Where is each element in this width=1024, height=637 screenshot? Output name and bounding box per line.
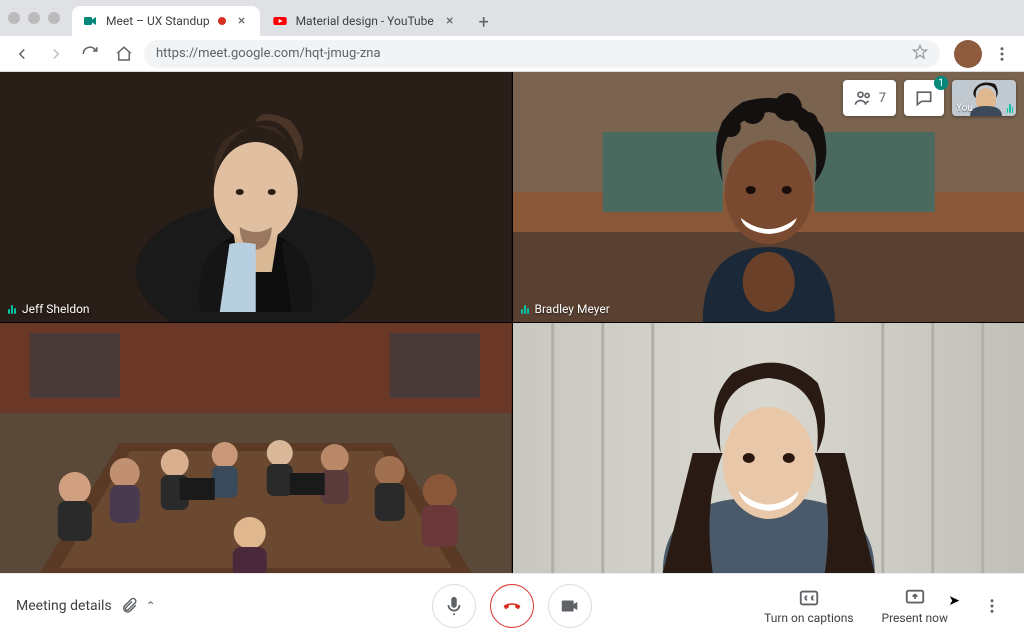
self-speaking-icon [1007,103,1014,113]
hangup-button[interactable] [490,584,534,628]
people-icon [853,88,873,108]
captions-label: Turn on captions [764,611,853,625]
right-call-controls: Turn on captions Present now [764,587,1008,625]
meeting-area: Jeff Sheldon [0,72,1024,573]
more-options-button[interactable] [976,590,1008,622]
participant-name: Jeff Sheldon [22,302,90,316]
meeting-bottom-bar: Meeting details ⌃ Turn on captions Prese… [0,573,1024,637]
closed-captions-icon [798,587,820,609]
nav-forward-button [42,40,70,68]
speaking-indicator-icon [8,304,16,314]
video-tile[interactable]: Jeff Sheldon [0,72,512,322]
tab-title: Meet – UX Standup [106,14,210,28]
video-grid: Jeff Sheldon [0,72,1024,573]
tab-title: Material design - YouTube [296,14,434,28]
tab-close-icon[interactable]: × [442,13,458,29]
window-maximize[interactable] [48,12,60,24]
tab-close-icon[interactable]: × [234,13,250,29]
tab-youtube[interactable]: Material design - YouTube × [262,6,468,36]
url-input[interactable]: https://meet.google.com/hqt-jmug-zna [144,40,940,68]
new-tab-button[interactable]: + [470,8,498,36]
microphone-icon [443,595,465,617]
participant-name-tag: Bradley Meyer [521,302,610,316]
profile-avatar[interactable] [954,40,982,68]
meeting-top-right-controls: 7 1 You [843,80,1016,116]
browser-address-bar: https://meet.google.com/hqt-jmug-zna [0,36,1024,72]
participant-name-tag: Jeff Sheldon [8,302,90,316]
mute-mic-button[interactable] [432,584,476,628]
meeting-details-button[interactable]: Meeting details ⌃ [16,597,156,615]
self-view-thumbnail[interactable]: You [952,80,1016,116]
more-vertical-icon [983,597,1001,615]
bookmark-star-icon[interactable] [912,44,928,64]
video-tile[interactable] [513,323,1024,573]
participant-count: 7 [879,91,886,106]
meeting-details-label: Meeting details [16,598,112,614]
nav-reload-button[interactable] [76,40,104,68]
window-close[interactable] [8,12,20,24]
chevron-up-icon: ⌃ [146,599,156,613]
browser-titlebar: Meet – UX Standup × Material design - Yo… [0,0,1024,36]
video-tile[interactable] [0,323,512,573]
chat-button[interactable]: 1 [904,80,944,116]
recording-indicator-icon [218,17,226,25]
center-call-controls [432,584,592,628]
youtube-favicon-icon [272,13,288,29]
participants-button[interactable]: 7 [843,80,896,116]
phone-hangup-icon [501,595,523,617]
captions-button[interactable]: Turn on captions [764,587,853,625]
participant-name: Bradley Meyer [535,302,610,316]
toggle-camera-button[interactable] [548,584,592,628]
self-label: You [956,103,973,114]
attachment-icon [120,597,138,615]
window-minimize[interactable] [28,12,40,24]
chat-unread-badge: 1 [934,76,948,90]
camera-icon [559,595,581,617]
nav-home-button[interactable] [110,40,138,68]
window-controls [8,12,60,24]
nav-back-button[interactable] [8,40,36,68]
present-label: Present now [882,611,948,625]
browser-tabs: Meet – UX Standup × Material design - Yo… [72,0,1016,36]
browser-menu-button[interactable] [988,40,1016,68]
url-text: https://meet.google.com/hqt-jmug-zna [156,46,381,61]
meet-favicon-icon [82,13,98,29]
present-button[interactable]: Present now [882,587,948,625]
speaking-indicator-icon [521,304,529,314]
present-screen-icon [904,587,926,609]
tab-meet[interactable]: Meet – UX Standup × [72,6,260,36]
chat-icon [914,88,934,108]
